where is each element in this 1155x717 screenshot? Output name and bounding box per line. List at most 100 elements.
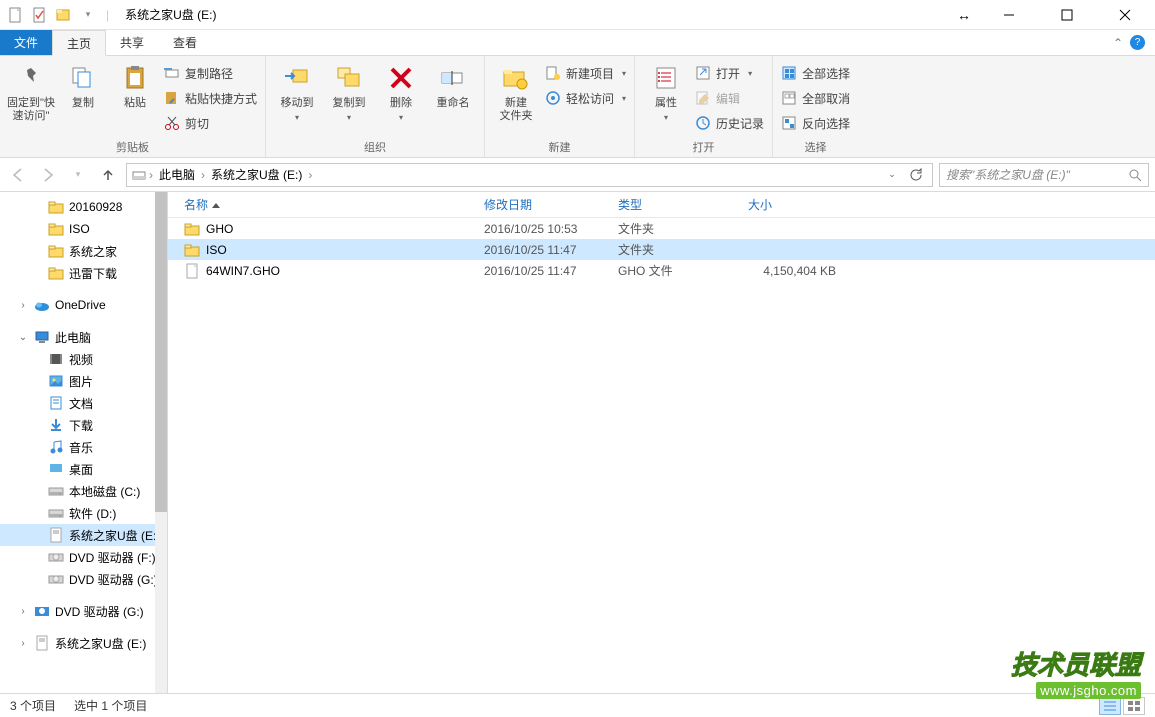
rename-icon <box>437 62 469 94</box>
view-icons-button[interactable] <box>1123 697 1145 715</box>
breadcrumb-root[interactable]: 此电脑 <box>155 164 199 186</box>
nav-up-button[interactable] <box>96 163 120 187</box>
music-icon <box>48 439 64 455</box>
tree-node-label: 迅雷下载 <box>69 265 117 282</box>
tree-node[interactable]: 桌面 <box>0 458 167 480</box>
copy-button[interactable]: 复制 <box>60 60 106 110</box>
ribbon-display-options-icon[interactable]: ↔ <box>957 7 971 23</box>
tree-node[interactable]: ISO <box>0 218 167 240</box>
cut-button[interactable]: 剪切 <box>164 112 257 134</box>
expand-icon[interactable]: › <box>17 638 29 649</box>
onedrive-icon <box>34 297 50 313</box>
table-row[interactable]: ISO2016/10/25 11:47文件夹 <box>168 239 1155 260</box>
tree-node[interactable]: 20160928 <box>0 196 167 218</box>
copy-icon <box>67 62 99 94</box>
tree-node[interactable]: 下载 <box>0 414 167 436</box>
ribbon-group-clipboard: 固定到"快 速访问" 复制 粘贴 复制路径 粘贴快捷方式 剪切 剪贴板 <box>0 56 266 157</box>
cell-type: GHO 文件 <box>612 262 742 279</box>
status-selected-count: 选中 1 个项目 <box>74 697 147 714</box>
copy-path-button[interactable]: 复制路径 <box>164 62 257 84</box>
view-details-button[interactable] <box>1099 697 1121 715</box>
tree-node[interactable]: 系统之家 <box>0 240 167 262</box>
tab-share[interactable]: 共享 <box>106 30 159 55</box>
tab-file[interactable]: 文件 <box>0 30 52 55</box>
folder-icon <box>184 242 200 258</box>
tree-node[interactable]: 本地磁盘 (C:) <box>0 480 167 502</box>
tree-node[interactable]: 文档 <box>0 392 167 414</box>
column-modified[interactable]: 修改日期 <box>478 196 612 213</box>
nav-tree[interactable]: 20160928 ISO 系统之家迅雷下载 ›OneDrive ⌄此电脑视频图片文档下载… <box>0 192 168 693</box>
paste-shortcut-button[interactable]: 粘贴快捷方式 <box>164 87 257 109</box>
tree-node[interactable]: ›DVD 驱动器 (G:) <box>0 600 167 622</box>
tree-node-label: 文档 <box>69 395 93 412</box>
copy-to-button[interactable]: 复制到▾ <box>326 60 372 122</box>
file-icon <box>184 263 200 279</box>
delete-button[interactable]: 删除▾ <box>378 60 424 122</box>
titlebar: ▾ | 系统之家U盘 (E:) ↔ <box>0 0 1155 30</box>
nav-back-button[interactable] <box>6 163 30 187</box>
navbar: ▾ › 此电脑 › 系统之家U盘 (E:) › ⌄ 搜索"系统之家U盘 (E:)… <box>0 158 1155 192</box>
invert-selection-button[interactable]: 反向选择 <box>781 112 850 134</box>
history-button[interactable]: 历史记录 <box>695 112 764 134</box>
tree-node[interactable]: DVD 驱动器 (G:) <box>0 568 167 590</box>
qat-dropdown-icon[interactable]: ▾ <box>78 5 98 25</box>
checked-file-icon[interactable] <box>30 5 50 25</box>
tab-home[interactable]: 主页 <box>52 30 106 56</box>
column-size[interactable]: 大小 <box>742 196 842 213</box>
open-button[interactable]: 打开▾ <box>695 62 764 84</box>
new-folder-button[interactable]: 新建 文件夹 <box>493 60 539 123</box>
tree-node[interactable]: 软件 (D:) <box>0 502 167 524</box>
tree-scrollbar-thumb[interactable] <box>155 192 167 512</box>
expand-icon[interactable]: › <box>17 300 29 311</box>
tree-node-label: 音乐 <box>69 439 93 456</box>
expand-icon[interactable]: › <box>17 606 29 617</box>
table-row[interactable]: 64WIN7.GHO2016/10/25 11:47GHO 文件4,150,40… <box>168 260 1155 281</box>
refresh-button[interactable] <box>904 163 928 187</box>
tree-node[interactable]: 迅雷下载 <box>0 262 167 284</box>
properties-button[interactable]: 属性▾ <box>643 60 689 122</box>
minimize-button[interactable] <box>989 0 1029 30</box>
select-none-icon <box>781 90 797 106</box>
column-type[interactable]: 类型 <box>612 196 742 213</box>
maximize-button[interactable] <box>1047 0 1087 30</box>
tree-node-label: 系统之家 <box>69 243 117 260</box>
nav-recent-dropdown[interactable]: ▾ <box>66 163 90 187</box>
breadcrumb-drive[interactable]: 系统之家U盘 (E:) <box>207 164 306 186</box>
drive-icon[interactable] <box>54 5 74 25</box>
tree-node[interactable]: ›系统之家U盘 (E:) <box>0 632 167 654</box>
tree-scrollbar[interactable] <box>155 192 167 693</box>
usb-icon <box>48 527 64 543</box>
address-bar[interactable]: › 此电脑 › 系统之家U盘 (E:) › ⌄ <box>126 163 933 187</box>
tree-node[interactable]: 系统之家U盘 (E:) <box>0 524 167 546</box>
move-to-button[interactable]: 移动到▾ <box>274 60 320 122</box>
expand-icon[interactable]: ⌄ <box>17 332 29 343</box>
tree-node[interactable]: 图片 <box>0 370 167 392</box>
file-icon[interactable] <box>6 5 26 25</box>
column-name[interactable]: 名称 <box>178 196 478 213</box>
cell-name: ISO <box>206 243 227 257</box>
tree-node[interactable]: 音乐 <box>0 436 167 458</box>
tree-node[interactable]: ⌄此电脑 <box>0 326 167 348</box>
paste-button[interactable]: 粘贴 <box>112 60 158 110</box>
close-button[interactable] <box>1105 0 1145 30</box>
nav-forward-button[interactable] <box>36 163 60 187</box>
easy-access-button[interactable]: 轻松访问▾ <box>545 87 626 109</box>
table-row[interactable]: GHO2016/10/25 10:53文件夹 <box>168 218 1155 239</box>
pin-to-quick-access-button[interactable]: 固定到"快 速访问" <box>8 60 54 123</box>
cell-type: 文件夹 <box>612 241 742 258</box>
new-item-button[interactable]: 新建项目▾ <box>545 62 626 84</box>
help-icon[interactable]: ? <box>1130 35 1145 50</box>
tree-node-label: ISO <box>69 222 90 236</box>
search-input[interactable]: 搜索"系统之家U盘 (E:)" <box>939 163 1149 187</box>
ribbon-collapse-icon[interactable]: ⌃ <box>1113 36 1123 50</box>
tab-view[interactable]: 查看 <box>159 30 212 55</box>
open-icon <box>695 65 711 81</box>
select-none-button[interactable]: 全部取消 <box>781 87 850 109</box>
tree-node[interactable]: ›OneDrive <box>0 294 167 316</box>
tree-node[interactable]: DVD 驱动器 (F:) <box>0 546 167 568</box>
select-all-button[interactable]: 全部选择 <box>781 62 850 84</box>
rename-button[interactable]: 重命名 <box>430 60 476 110</box>
tree-node-label: DVD 驱动器 (G:) <box>69 571 158 588</box>
address-dropdown-icon[interactable]: ⌄ <box>880 163 904 187</box>
tree-node[interactable]: 视频 <box>0 348 167 370</box>
